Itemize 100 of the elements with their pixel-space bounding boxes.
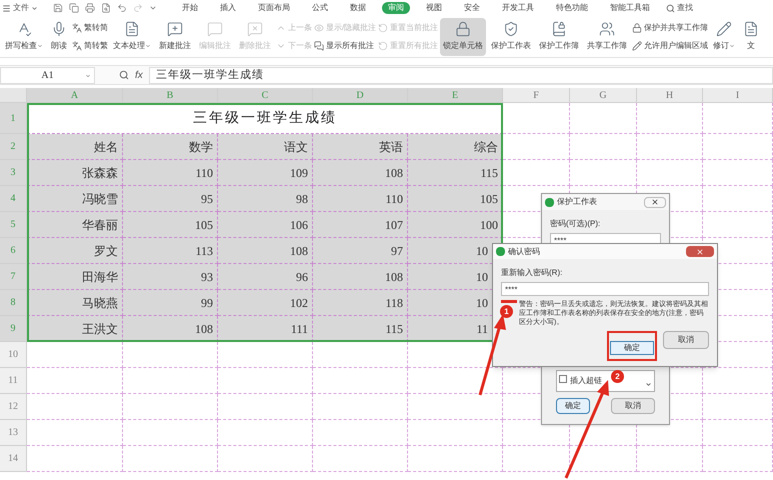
comment-delete-icon (247, 21, 263, 37)
cancel-button[interactable]: 取消 (663, 331, 709, 349)
ribbon-tab[interactable]: 智能工具箱 (604, 2, 656, 14)
formula-input[interactable]: 三年级一班学生成绩 (148, 66, 773, 84)
empty-cell[interactable] (218, 394, 313, 420)
ribbon-small-button[interactable]: 显示所有批注 (314, 40, 376, 52)
empty-cell[interactable] (123, 368, 218, 394)
print-icon[interactable] (85, 3, 95, 13)
ribbon-button[interactable]: 拼写检查 (2, 18, 46, 56)
column-header[interactable]: F (503, 88, 570, 103)
search-button[interactable]: 查找 (666, 2, 693, 14)
table-cell: 111 (218, 316, 313, 342)
empty-cell[interactable] (123, 394, 218, 420)
zoom-icon[interactable] (119, 70, 129, 80)
function-icon[interactable]: fx (135, 68, 143, 82)
empty-cell[interactable] (313, 394, 408, 420)
close-button[interactable] (644, 196, 666, 208)
redo-icon[interactable] (133, 3, 143, 13)
empty-cell[interactable] (218, 368, 313, 394)
ribbon-button[interactable]: 锁定单元格 (440, 18, 486, 56)
ribbon-tab[interactable]: 特色功能 (550, 2, 594, 14)
empty-cell[interactable] (313, 342, 408, 368)
empty-cell[interactable] (408, 420, 503, 446)
empty-cell[interactable] (703, 394, 773, 420)
empty-cell[interactable] (313, 420, 408, 446)
document-icon (124, 21, 140, 37)
copy-icon[interactable] (69, 3, 79, 13)
empty-cell[interactable] (703, 103, 773, 134)
empty-cell[interactable] (570, 446, 637, 472)
cancel-button[interactable]: 取消 (611, 398, 655, 414)
table-cell: 108 (123, 316, 218, 342)
ribbon-small-button[interactable]: 繁转简 (72, 22, 108, 34)
ribbon-tab[interactable]: 视图 (420, 2, 448, 14)
ribbon-button[interactable]: 新建批注 (156, 18, 194, 56)
undo-icon[interactable] (117, 3, 127, 13)
empty-cell[interactable] (408, 394, 503, 420)
empty-cell[interactable] (637, 134, 703, 160)
password-field[interactable]: **** (501, 282, 709, 296)
ribbon-tab[interactable]: 数据 (344, 2, 372, 14)
empty-cell[interactable] (503, 446, 570, 472)
ok-button[interactable]: 确定 (556, 398, 590, 414)
empty-cell[interactable] (408, 446, 503, 472)
table-cell: 98 (218, 186, 313, 212)
ribbon-button[interactable]: 保护工作表 (488, 18, 534, 56)
file-menu[interactable]: 文件 (2, 2, 38, 14)
table-cell: 115 (313, 316, 408, 342)
lock-icon (632, 22, 642, 32)
empty-cell[interactable] (408, 368, 503, 394)
empty-cell[interactable] (218, 420, 313, 446)
checkbox[interactable] (559, 375, 567, 383)
empty-cell[interactable] (570, 103, 637, 134)
ribbon-tab[interactable]: 安全 (458, 2, 486, 14)
empty-cell[interactable] (123, 342, 218, 368)
empty-cell[interactable] (703, 368, 773, 394)
ribbon-button[interactable]: 共享工作簿 (584, 18, 630, 56)
ribbon-button[interactable]: 文本处理 (110, 18, 154, 56)
empty-cell[interactable] (570, 160, 637, 186)
ribbon-tab[interactable]: 页面布局 (252, 2, 296, 14)
app-logo (545, 198, 554, 206)
empty-cell[interactable] (123, 420, 218, 446)
ribbon-small-button[interactable]: 保护并共享工作簿 (632, 22, 708, 34)
empty-cell[interactable] (218, 446, 313, 472)
ok-button[interactable]: 确定 (610, 341, 654, 355)
ribbon-button[interactable]: 修订 (710, 18, 738, 56)
empty-cell[interactable] (637, 446, 703, 472)
ribbon-button[interactable]: 朗读 (48, 18, 70, 56)
empty-cell[interactable] (218, 342, 313, 368)
ribbon-tab[interactable]: 开发工具 (496, 2, 540, 14)
select-all-corner[interactable] (0, 88, 27, 103)
column-header[interactable]: G (570, 88, 637, 103)
column-header[interactable]: H (637, 88, 703, 103)
translate-icon (72, 22, 82, 32)
ribbon-tab[interactable]: 插入 (214, 2, 242, 14)
empty-cell[interactable] (123, 446, 218, 472)
dialog-title: 保护工作表 (557, 196, 597, 208)
caret-icon[interactable] (149, 4, 157, 12)
ribbon-tab[interactable]: 公式 (306, 2, 334, 14)
empty-cell[interactable] (703, 446, 773, 472)
empty-cell[interactable] (313, 446, 408, 472)
ribbon-button[interactable]: 文 (740, 18, 762, 56)
empty-cell[interactable] (703, 186, 773, 212)
empty-cell[interactable] (703, 212, 773, 238)
empty-cell[interactable] (637, 160, 703, 186)
ribbon-button[interactable]: 保护工作簿 (536, 18, 582, 56)
empty-cell[interactable] (703, 134, 773, 160)
table-cell: 106 (218, 212, 313, 238)
empty-cell[interactable] (703, 160, 773, 186)
empty-cell[interactable] (570, 134, 637, 160)
preview-icon[interactable] (101, 3, 111, 13)
empty-cell[interactable] (703, 420, 773, 446)
name-box[interactable]: A1 (0, 66, 95, 84)
save-icon[interactable] (53, 3, 63, 13)
empty-cell[interactable] (313, 368, 408, 394)
ribbon-tab[interactable]: 开始 (176, 2, 204, 14)
table-cell: 105 (123, 212, 218, 238)
column-header[interactable]: I (703, 88, 773, 103)
ribbon-small-button[interactable]: 允许用户编辑区域 (632, 40, 708, 52)
ribbon-small-button[interactable]: 简转繁 (72, 40, 108, 52)
close-button[interactable] (686, 246, 714, 257)
empty-cell[interactable] (637, 103, 703, 134)
